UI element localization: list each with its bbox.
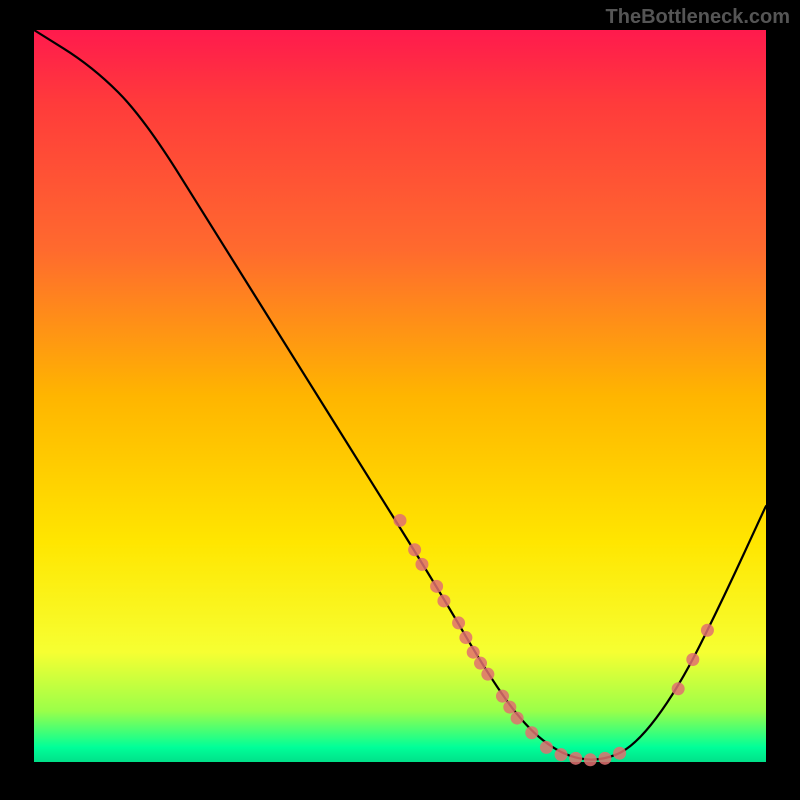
chart-svg bbox=[34, 30, 766, 762]
scatter-point bbox=[459, 631, 472, 644]
scatter-point bbox=[481, 668, 494, 681]
scatter-point bbox=[555, 748, 568, 761]
scatter-point bbox=[452, 616, 465, 629]
scatter-point bbox=[437, 594, 450, 607]
scatter-points bbox=[394, 514, 714, 766]
scatter-point bbox=[474, 657, 487, 670]
scatter-point bbox=[525, 726, 538, 739]
scatter-point bbox=[540, 741, 553, 754]
scatter-point bbox=[569, 752, 582, 765]
watermark-text: TheBottleneck.com bbox=[606, 6, 790, 29]
bottleneck-curve bbox=[34, 30, 766, 760]
scatter-point bbox=[584, 753, 597, 766]
scatter-point bbox=[496, 690, 509, 703]
scatter-point bbox=[467, 646, 480, 659]
scatter-point bbox=[503, 701, 516, 714]
chart-container: TheBottleneck.com bbox=[0, 0, 800, 800]
scatter-point bbox=[701, 624, 714, 637]
plot-area bbox=[34, 30, 766, 762]
scatter-point bbox=[672, 682, 685, 695]
scatter-point bbox=[394, 514, 407, 527]
scatter-point bbox=[598, 752, 611, 765]
scatter-point bbox=[408, 543, 421, 556]
scatter-point bbox=[686, 653, 699, 666]
scatter-point bbox=[613, 747, 626, 760]
scatter-point bbox=[415, 558, 428, 571]
scatter-point bbox=[430, 580, 443, 593]
scatter-point bbox=[511, 712, 524, 725]
